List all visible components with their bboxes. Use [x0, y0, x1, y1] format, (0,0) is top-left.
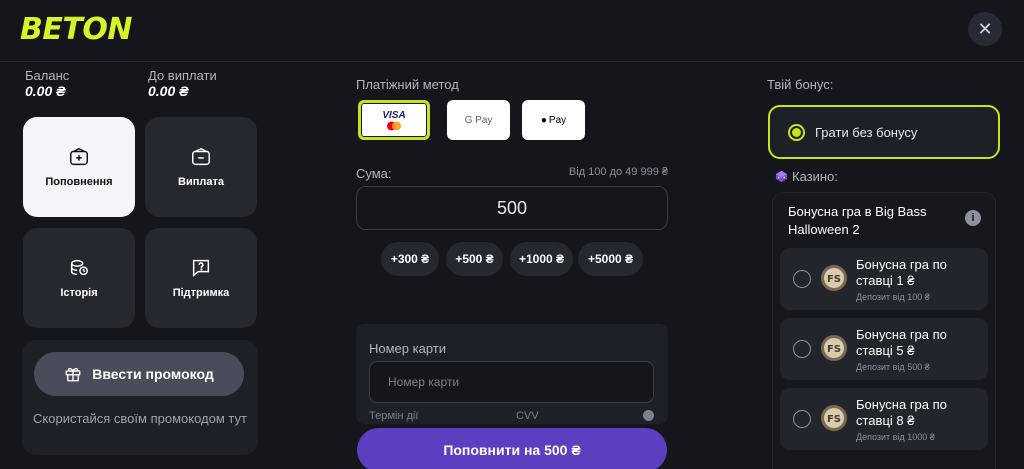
wallet-minus-icon [192, 147, 210, 166]
balance-value: 0.00 ₴ [25, 83, 66, 99]
casino-label-text: Казино: [792, 169, 838, 184]
payment-option-google-pay[interactable]: G Pay [447, 100, 510, 140]
support-chat-icon [192, 259, 210, 277]
bonus-offer-title: Бонусна гра по ставці 1 ₴ [856, 257, 947, 288]
logo[interactable]: BETON [20, 12, 132, 47]
menu-history-label: Історія [60, 287, 98, 299]
radio-icon [793, 340, 811, 358]
svg-text:FS: FS [827, 344, 841, 355]
radio-selected-icon [788, 123, 805, 141]
radio-icon [793, 410, 811, 428]
casino-bonus-title: Бонусна гра в Big Bass Halloween 2 [788, 204, 927, 237]
bonus-coin-icon: FS [821, 335, 847, 361]
bonus-coin-icon: FS [821, 405, 847, 431]
bonus-label: Твій бонус: [767, 77, 834, 92]
google-pay-logo: G Pay [464, 114, 493, 126]
payment-option-visa-mastercard[interactable]: VISA [358, 100, 430, 140]
bonus-offer[interactable]: FS Бонусна гра по ставці 5 ₴ Депозит від… [780, 318, 988, 380]
bonus-offer[interactable]: FS Бонусна гра по ставці 1 ₴ Депозит від… [780, 248, 988, 310]
no-bonus-option[interactable]: Грати без бонусу [768, 105, 1000, 159]
payout-label: До виплати [148, 68, 217, 83]
amount-label: Сума: [356, 166, 392, 181]
bonus-offer-deposit: Депозит від 100 ₴ [856, 292, 930, 302]
amount-range: Від 100 до 49 999 ₴ [568, 166, 668, 178]
promo-hint: Скористайся своїм промокодом тут [33, 411, 247, 426]
wallet-plus-icon [70, 147, 88, 166]
apple-pay-logo: Pay [548, 114, 567, 126]
dice-icon [775, 170, 788, 183]
amount-input[interactable] [356, 186, 668, 230]
apple-icon: ● [540, 114, 547, 126]
cvv-info-icon[interactable] [643, 410, 654, 421]
menu-withdraw[interactable]: Виплата [145, 117, 257, 217]
card-form: Номер карти Термін дії CVV [356, 324, 668, 424]
card-cvv-label: CVV [516, 410, 539, 422]
card-expiry-label: Термін дії [369, 410, 419, 422]
menu-deposit-label: Поповнення [45, 176, 113, 188]
close-button[interactable]: ✕ [968, 12, 1002, 46]
gift-icon [65, 367, 81, 382]
history-coins-icon [70, 259, 88, 276]
promo-code-button-label: Ввести промокод [92, 366, 214, 382]
no-bonus-label: Грати без бонусу [815, 124, 918, 140]
menu-deposit[interactable]: Поповнення [23, 117, 135, 217]
menu-support-label: Підтримка [172, 287, 230, 299]
chip-plus-5000[interactable]: +5000 ₴ [578, 242, 643, 276]
chip-plus-300[interactable]: +300 ₴ [381, 242, 439, 276]
promo-code-button[interactable]: Ввести промокод [34, 352, 244, 396]
menu-support[interactable]: Підтримка [145, 228, 257, 328]
menu-history[interactable]: Історія [23, 228, 135, 328]
visa-logo: VISA [382, 109, 406, 121]
header: BETON ✕ [0, 0, 1024, 62]
radio-icon [793, 270, 811, 288]
svg-text:FS: FS [827, 414, 841, 425]
promo-box: Ввести промокод Скористайся своїм промок… [22, 340, 258, 455]
close-icon: ✕ [977, 18, 993, 39]
chip-plus-1000[interactable]: +1000 ₴ [510, 242, 573, 276]
info-icon[interactable]: i [965, 210, 981, 226]
bonus-coin-icon: FS [821, 265, 847, 291]
chip-plus-500[interactable]: +500 ₴ [446, 242, 503, 276]
bonus-offer-title: Бонусна гра по ставці 5 ₴ [856, 327, 947, 358]
bonus-offer[interactable]: FS Бонусна гра по ставці 8 ₴ Депозит від… [780, 388, 988, 450]
menu-withdraw-label: Виплата [178, 176, 224, 188]
casino-label: Казино: [775, 169, 838, 184]
balance-label: Баланс [25, 68, 70, 83]
payment-option-apple-pay[interactable]: ● Pay [522, 100, 585, 140]
card-number-input[interactable] [369, 361, 654, 403]
payment-method-label: Платіжний метод [356, 77, 459, 92]
submit-deposit-button[interactable]: Поповнити на 500 ₴ [357, 428, 667, 469]
mastercard-icon [387, 121, 401, 130]
card-number-label: Номер карти [369, 341, 446, 356]
bonus-offer-deposit: Депозит від 1000 ₴ [856, 432, 935, 442]
svg-text:FS: FS [827, 274, 841, 285]
payout-value: 0.00 ₴ [148, 83, 189, 99]
bonus-offer-title: Бонусна гра по ставці 8 ₴ [856, 397, 947, 428]
bonus-offer-deposit: Депозит від 500 ₴ [856, 362, 930, 372]
